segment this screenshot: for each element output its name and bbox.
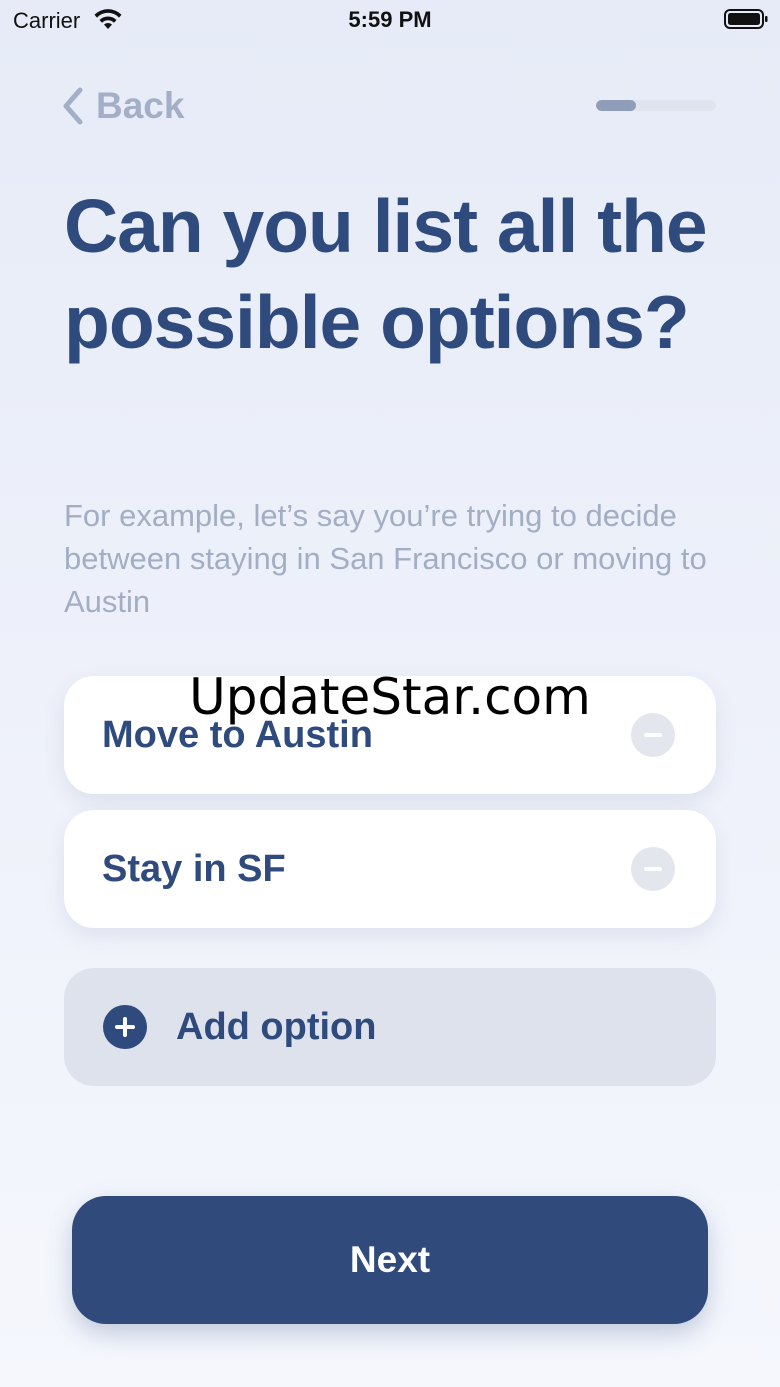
battery-icon	[724, 9, 768, 29]
clock: 5:59 PM	[348, 7, 432, 32]
back-button[interactable]: Back	[60, 84, 184, 128]
page-title: Can you list all the possible options?	[64, 184, 708, 364]
next-button[interactable]: Next	[72, 1196, 708, 1324]
page-subtitle: For example, let’s say you’re trying to …	[64, 498, 707, 619]
chevron-left-icon	[63, 87, 83, 125]
add-option-button[interactable]: Add option	[64, 968, 716, 1086]
status-bar: Carrier 5:59 PM	[0, 0, 780, 40]
option-label: Stay in SF	[102, 847, 286, 890]
option-card: Stay in SF	[64, 810, 716, 928]
back-label: Back	[96, 85, 185, 126]
add-option-label: Add option	[176, 1005, 377, 1048]
progress-fill	[596, 100, 636, 111]
minus-circle-icon[interactable]	[631, 847, 675, 891]
progress-bar	[596, 100, 716, 111]
watermark: UpdateStar.com	[189, 668, 591, 726]
plus-circle-icon	[103, 1005, 147, 1049]
